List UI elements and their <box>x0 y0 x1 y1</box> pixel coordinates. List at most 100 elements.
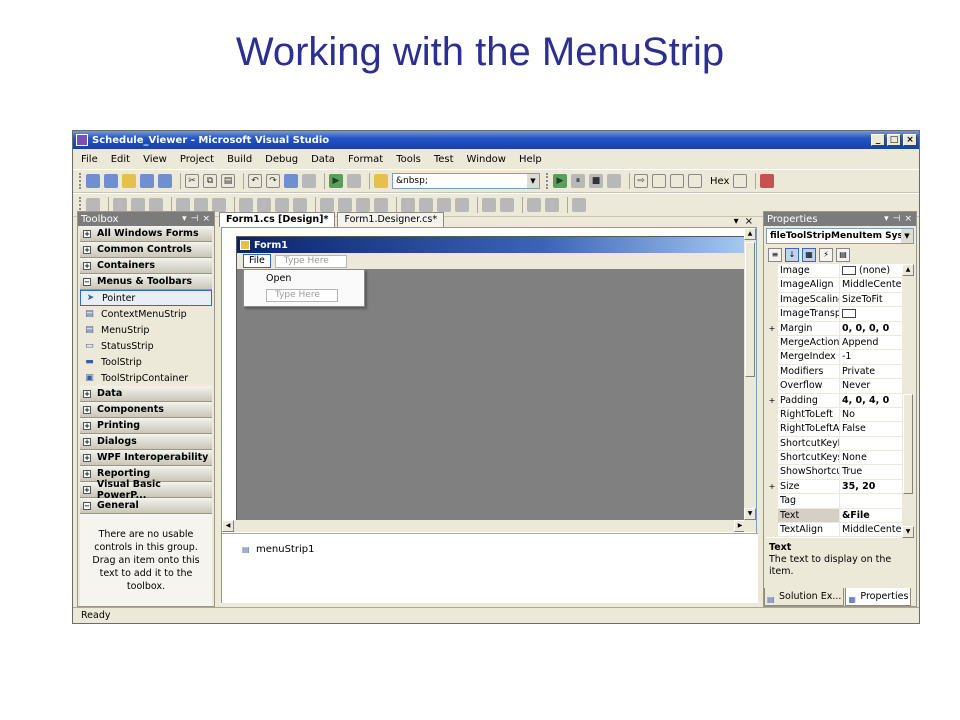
menu-data[interactable]: Data <box>311 154 335 165</box>
restart-icon[interactable] <box>607 174 621 188</box>
menu-file[interactable]: File <box>81 154 98 165</box>
alphabetical-icon[interactable]: ↓ <box>785 248 799 262</box>
redo-icon[interactable]: ↷ <box>266 174 280 188</box>
property-row[interactable]: Tag <box>766 494 904 509</box>
new-project-icon[interactable] <box>86 174 100 188</box>
property-row[interactable]: RightToLeft No <box>766 407 904 423</box>
close-icon[interactable]: × <box>904 214 912 224</box>
property-row[interactable]: Modifiers Private <box>766 364 904 380</box>
toolbox-item-toolstrip[interactable]: ▬ ToolStrip <box>80 354 212 370</box>
categorized-icon[interactable]: ≡ <box>768 248 782 262</box>
remove-spacing-icon[interactable] <box>374 198 388 212</box>
property-row-selected[interactable]: Text &File <box>766 508 904 524</box>
vertical-scrollbar[interactable]: ▲ ▼ <box>744 228 756 520</box>
navigate-icon[interactable] <box>284 174 298 188</box>
open-icon[interactable] <box>122 174 136 188</box>
menu-test[interactable]: Test <box>434 154 454 165</box>
property-row[interactable]: ImageScaling SizeToFit <box>766 292 904 308</box>
undo-icon[interactable]: ↶ <box>248 174 262 188</box>
property-value[interactable]: 35, 20 <box>840 480 904 493</box>
property-value[interactable]: None <box>840 451 904 464</box>
bring-to-front-icon[interactable] <box>527 198 541 212</box>
property-row[interactable]: + Padding 4, 0, 4, 0 <box>766 393 904 408</box>
menu-item-file[interactable]: File <box>243 254 271 268</box>
start-debugging-icon[interactable]: ▶ <box>329 174 343 188</box>
tab-form1-designer-cs[interactable]: Form1.Designer.cs* <box>337 212 445 227</box>
center-horizontally-icon[interactable] <box>482 198 496 212</box>
toolbox-category[interactable]: + Dialogs <box>80 434 212 450</box>
property-row[interactable]: ImageAlign MiddleCenter <box>766 278 904 293</box>
pause-icon[interactable]: ⏸ <box>571 174 585 188</box>
close-icon[interactable]: × <box>202 214 210 224</box>
property-value[interactable]: &File <box>840 509 904 522</box>
property-row[interactable]: Image (none) <box>766 264 904 279</box>
type-here-menu[interactable]: Type Here <box>274 254 347 268</box>
minimize-button[interactable]: _ <box>871 134 885 146</box>
design-surface[interactable]: Form1 File Type Here Open Type Here <box>222 228 746 520</box>
menu-project[interactable]: Project <box>180 154 214 165</box>
find-icon[interactable] <box>302 174 316 188</box>
align-rights-icon[interactable] <box>149 198 163 212</box>
toolbox-item-toolstripcontainer[interactable]: ▣ ToolStripContainer <box>80 370 212 386</box>
cut-icon[interactable]: ✂ <box>185 174 199 188</box>
toolbox-item-menustrip[interactable]: ▤ MenuStrip <box>80 322 212 338</box>
property-value[interactable]: MiddleCenter <box>840 523 904 536</box>
tab-solution-explorer[interactable]: ▤ Solution Ex... <box>764 588 845 606</box>
expand-icon[interactable]: + <box>766 479 778 494</box>
chevron-down-icon[interactable]: ▾ <box>182 214 187 224</box>
object-selector[interactable]: fileToolStripMenuItem System.Windows.For… <box>766 228 914 244</box>
step-out-icon[interactable] <box>688 174 702 188</box>
align-bottoms-icon[interactable] <box>212 198 226 212</box>
toolbox-category[interactable]: + Printing <box>80 418 212 434</box>
menu-window[interactable]: Window <box>467 154 506 165</box>
form1-window[interactable]: Form1 File Type Here Open Type Here <box>236 236 746 520</box>
align-lefts-icon[interactable] <box>113 198 127 212</box>
property-value[interactable] <box>840 437 904 450</box>
menu-format[interactable]: Format <box>348 154 383 165</box>
pin-icon[interactable]: ⊣ <box>191 214 199 224</box>
tray-item-menustrip1[interactable]: ▤ menuStrip1 <box>242 544 314 555</box>
property-value[interactable] <box>840 307 904 320</box>
decrease-spacing-icon[interactable] <box>356 198 370 212</box>
step-over-icon[interactable] <box>670 174 684 188</box>
property-pages-icon[interactable]: ▤ <box>836 248 850 262</box>
menu-debug[interactable]: Debug <box>265 154 298 165</box>
toolbox-category[interactable]: − Menus & Toolbars <box>80 274 212 290</box>
property-value[interactable]: Append <box>840 336 904 349</box>
property-value[interactable]: -1 <box>840 350 904 363</box>
find-in-files-icon[interactable] <box>347 174 361 188</box>
show-next-statement-icon[interactable]: ⇨ <box>634 174 648 188</box>
tab-order-icon[interactable] <box>572 198 586 212</box>
toolbox-item-pointer[interactable]: ➤ Pointer <box>80 290 212 306</box>
property-value[interactable]: 4, 0, 4, 0 <box>840 394 904 407</box>
hex-label[interactable]: Hex <box>710 176 729 187</box>
make-same-height-icon[interactable] <box>257 198 271 212</box>
property-row[interactable]: ImageTransparentColor <box>766 307 904 322</box>
scroll-up-icon[interactable]: ▲ <box>744 228 756 240</box>
maximize-button[interactable]: □ <box>887 134 901 146</box>
center-vertically-icon[interactable] <box>500 198 514 212</box>
chevron-down-icon[interactable]: ▼ <box>527 174 539 188</box>
toolbox-category[interactable]: + WPF Interoperability <box>80 450 212 466</box>
tab-form1-design[interactable]: Form1.cs [Design]* <box>219 212 336 227</box>
toolbox-category[interactable]: + Components <box>80 402 212 418</box>
property-value[interactable]: True <box>840 465 904 478</box>
property-value[interactable]: MiddleCenter <box>840 278 904 291</box>
property-row[interactable]: Overflow Never <box>766 379 904 394</box>
scroll-down-icon[interactable]: ▼ <box>902 526 914 538</box>
property-row[interactable]: RightToLeftAutoMirrorImageFalse <box>766 422 904 437</box>
events-icon[interactable]: ⚡ <box>819 248 833 262</box>
properties-icon[interactable]: ▦ <box>802 248 816 262</box>
menu-tools[interactable]: Tools <box>396 154 421 165</box>
scroll-left-icon[interactable]: ◀ <box>222 520 234 532</box>
horizontal-spacing-icon[interactable] <box>320 198 334 212</box>
save-icon[interactable] <box>140 174 154 188</box>
breakpoint-icon[interactable] <box>733 174 748 188</box>
expand-icon[interactable]: + <box>766 321 778 335</box>
property-value[interactable]: 0, 0, 0, 0 <box>840 322 904 335</box>
property-row[interactable]: ShortcutKeys None <box>766 451 904 466</box>
windows-icon[interactable] <box>760 174 775 188</box>
property-value[interactable]: No <box>840 408 904 421</box>
pin-icon[interactable]: ⊣ <box>893 214 901 224</box>
align-to-grid-icon[interactable] <box>86 198 100 212</box>
